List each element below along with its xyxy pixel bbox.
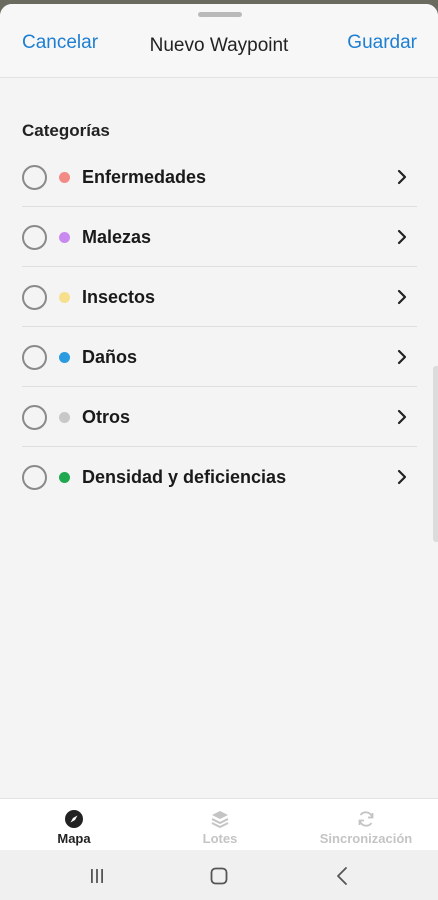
category-item-danos[interactable]: Daños: [0, 327, 438, 387]
category-color-dot: [59, 472, 70, 483]
category-item-insectos[interactable]: Insectos: [0, 267, 438, 327]
chevron-right-icon: [397, 289, 407, 305]
tab-sincronizacion[interactable]: Sincronización: [298, 799, 434, 850]
compass-icon: [65, 810, 83, 828]
chevron-right-icon: [397, 349, 407, 365]
system-nav-bar: [0, 850, 438, 900]
bottom-tab-bar: Mapa Lotes Sincronización: [0, 798, 438, 850]
chevron-right-icon: [397, 169, 407, 185]
category-color-dot: [59, 232, 70, 243]
tab-label: Mapa: [57, 831, 91, 846]
page-title-text: Nuevo Waypoint: [149, 35, 289, 56]
chevron-right-icon: [397, 469, 407, 485]
category-label: Enfermedades: [82, 167, 207, 187]
category-label: Densidad y deficiencias: [82, 467, 287, 487]
screen: Cancelar Nuevo Waypoint Guardar Categorí…: [0, 0, 438, 900]
category-color-dot: [59, 292, 70, 303]
tab-lotes[interactable]: Lotes: [180, 799, 260, 850]
category-color-dot: [59, 352, 70, 363]
radio-button[interactable]: [22, 465, 47, 490]
tab-label: Sincronización: [319, 831, 413, 846]
save-button[interactable]: Guardar: [347, 32, 417, 54]
scrollbar[interactable]: [433, 366, 438, 542]
sheet-grabber-handle[interactable]: [198, 12, 242, 17]
category-item-enfermedades[interactable]: Enfermedades: [0, 147, 438, 207]
back-icon[interactable]: [331, 864, 355, 888]
sync-icon: [358, 811, 374, 827]
new-waypoint-sheet: Cancelar Nuevo Waypoint Guardar Categorí…: [0, 4, 438, 850]
category-color-dot: [59, 172, 70, 183]
chevron-right-icon: [397, 229, 407, 245]
category-item-otros[interactable]: Otros: [0, 387, 438, 447]
chevron-right-icon: [397, 409, 407, 425]
category-item-malezas[interactable]: Malezas: [0, 207, 438, 267]
category-list: Enfermedades Malezas Insectos Daños Otro…: [0, 147, 438, 507]
recent-apps-icon[interactable]: [85, 864, 109, 888]
category-label: Otros: [82, 407, 131, 427]
radio-button[interactable]: [22, 345, 47, 370]
category-color-dot: [59, 412, 70, 423]
category-label: Malezas: [82, 227, 152, 247]
categories-heading: Categorías: [22, 121, 110, 140]
radio-button[interactable]: [22, 405, 47, 430]
home-icon[interactable]: [207, 864, 231, 888]
category-label: Daños: [82, 347, 138, 367]
radio-button[interactable]: [22, 165, 47, 190]
category-label: Insectos: [82, 287, 156, 307]
tab-label: Lotes: [202, 831, 238, 846]
radio-button[interactable]: [22, 225, 47, 250]
category-item-densidad-deficiencias[interactable]: Densidad y deficiencias: [0, 447, 438, 507]
layers-icon: [211, 811, 229, 829]
tab-mapa[interactable]: Mapa: [34, 799, 114, 850]
radio-button[interactable]: [22, 285, 47, 310]
